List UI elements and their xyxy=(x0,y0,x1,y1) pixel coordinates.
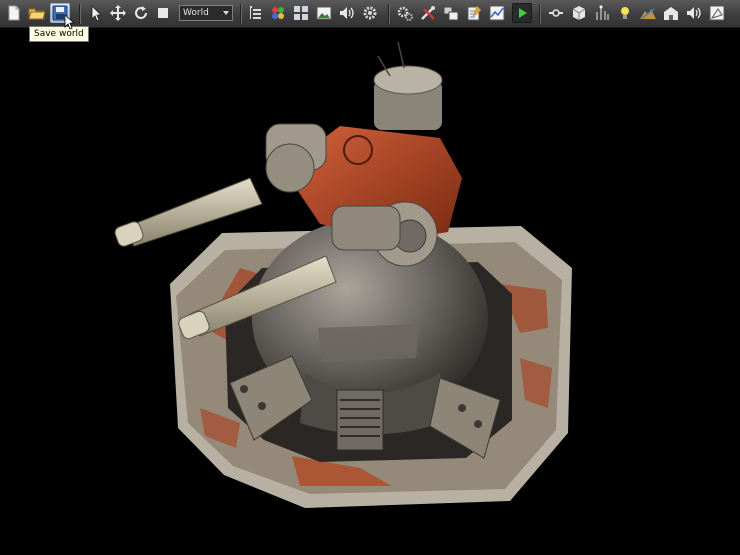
play-icon[interactable] xyxy=(512,3,532,23)
toolbar-separator xyxy=(539,4,540,24)
cube-icon[interactable] xyxy=(569,3,589,23)
house-icon[interactable] xyxy=(661,3,681,23)
main-toolbar: World xyxy=(0,0,740,28)
coordinate-space-select[interactable]: World xyxy=(179,5,233,21)
particles-icon[interactable] xyxy=(592,3,612,23)
scale-icon[interactable] xyxy=(153,3,173,23)
speaker-icon[interactable] xyxy=(684,3,704,23)
outliner-icon[interactable] xyxy=(246,3,266,23)
coordinate-space-value: World xyxy=(183,8,209,18)
tools-icon[interactable] xyxy=(418,3,438,23)
new-file-icon[interactable] xyxy=(4,3,24,23)
toolbar-separator xyxy=(79,4,80,24)
picture-icon[interactable] xyxy=(314,3,334,23)
turret-model-icon xyxy=(114,41,572,508)
light-icon[interactable] xyxy=(615,3,635,23)
3d-viewport[interactable] xyxy=(0,28,740,555)
rotate-icon[interactable] xyxy=(131,3,151,23)
gear-icon[interactable] xyxy=(360,3,380,23)
grid-icon[interactable] xyxy=(291,3,311,23)
terrain-icon[interactable] xyxy=(638,3,658,23)
toolbar-separator xyxy=(388,4,389,24)
gears-icon[interactable] xyxy=(395,3,415,23)
notepad-icon[interactable] xyxy=(464,3,484,23)
windows-icon[interactable] xyxy=(441,3,461,23)
editor-window: World Save world xyxy=(0,0,740,555)
link-icon[interactable] xyxy=(546,3,566,23)
toolbar-separator xyxy=(240,4,241,24)
tooltip: Save world xyxy=(29,26,89,42)
chevron-down-icon xyxy=(223,11,229,15)
mouse-cursor-icon xyxy=(64,14,76,34)
select-arrow-icon[interactable] xyxy=(86,3,106,23)
palette-icon[interactable] xyxy=(268,3,288,23)
sketch-icon[interactable] xyxy=(707,3,727,23)
open-folder-icon[interactable] xyxy=(27,3,47,23)
graph-icon[interactable] xyxy=(487,3,507,23)
move-icon[interactable] xyxy=(108,3,128,23)
sound-icon[interactable] xyxy=(337,3,357,23)
